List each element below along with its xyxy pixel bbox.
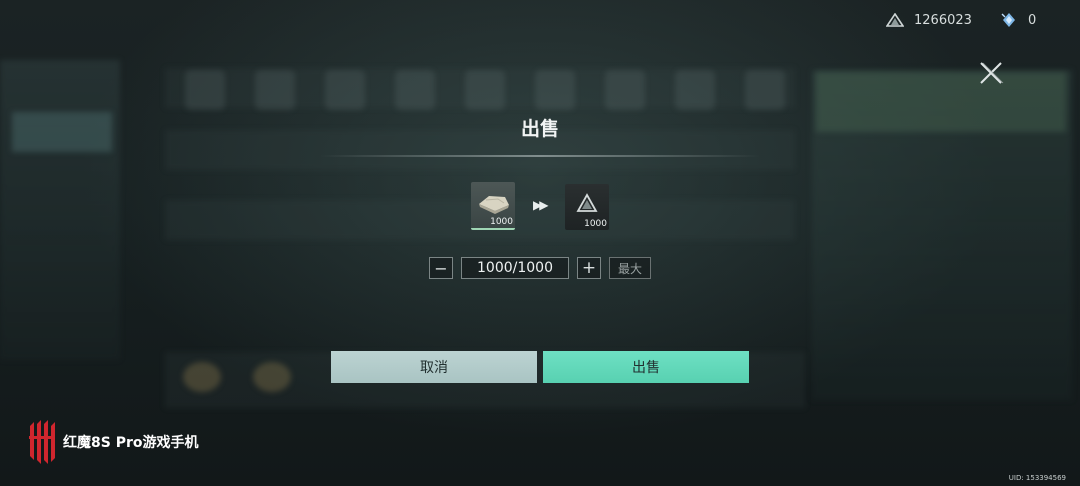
dialog-title: 出售 xyxy=(520,118,559,140)
background-coin xyxy=(183,362,221,392)
sell-item-slot[interactable]: 1000 xyxy=(471,182,515,230)
currency-diamond-value: 0 xyxy=(1028,12,1037,28)
decrease-quantity-button[interactable]: − xyxy=(429,257,453,279)
crystal-triangle-icon xyxy=(886,13,904,27)
crystal-triangle-icon xyxy=(576,193,598,212)
background-item-icon xyxy=(465,70,505,110)
brand-text: 红魔8S Pro游戏手机 xyxy=(63,435,199,451)
max-quantity-button[interactable]: 最大 xyxy=(609,257,651,279)
background-item-icon xyxy=(535,70,575,110)
uid-label: UID: 153394569 xyxy=(1008,474,1066,482)
currency-crystal: 1266023 xyxy=(886,10,972,30)
currency-diamond: 0 xyxy=(1000,10,1036,30)
background-item-icon xyxy=(395,70,435,110)
background-item-icon xyxy=(325,70,365,110)
quantity-field[interactable]: 1000/1000 xyxy=(461,257,569,279)
reward-item-quantity: 1000 xyxy=(584,219,607,229)
sell-button[interactable]: 出售 xyxy=(543,351,749,383)
background-item-row xyxy=(165,130,795,170)
background-item-icon xyxy=(745,70,785,110)
title-divider xyxy=(320,155,760,157)
background-item-icon xyxy=(185,70,225,110)
background-right-header xyxy=(816,72,1066,132)
background-left-panel xyxy=(0,60,120,360)
background-item-icon xyxy=(675,70,715,110)
increase-quantity-button[interactable]: + xyxy=(577,257,601,279)
diamond-spark-icon xyxy=(1001,13,1015,27)
double-chevron-right-icon: ▶▶ xyxy=(533,198,549,212)
brand-watermark: 红魔8S Pro游戏手机 xyxy=(27,420,198,464)
sell-label: 出售 xyxy=(632,360,660,376)
cancel-button[interactable]: 取消 xyxy=(331,351,537,383)
quantity-value: 1000/1000 xyxy=(477,260,553,276)
minus-icon: − xyxy=(434,258,448,278)
cancel-label: 取消 xyxy=(420,360,448,376)
background-left-tab xyxy=(12,112,112,152)
reward-item-slot[interactable]: 1000 xyxy=(565,184,609,230)
background-item-icon xyxy=(255,70,295,110)
sell-item-quantity: 1000 xyxy=(490,217,513,227)
game-screen: 1266023 0 出售 1000 ▶▶ 1000 − 1000/1000 + … xyxy=(0,0,1080,486)
close-button[interactable] xyxy=(976,58,1006,88)
cloth-material-icon xyxy=(479,196,509,214)
close-icon xyxy=(980,62,1004,84)
red-magic-logo-icon xyxy=(29,420,55,464)
plus-icon: + xyxy=(581,258,597,278)
background-item-icon xyxy=(605,70,645,110)
max-label: 最大 xyxy=(617,261,642,276)
currency-crystal-value: 1266023 xyxy=(914,12,972,28)
background-coin xyxy=(253,362,291,392)
